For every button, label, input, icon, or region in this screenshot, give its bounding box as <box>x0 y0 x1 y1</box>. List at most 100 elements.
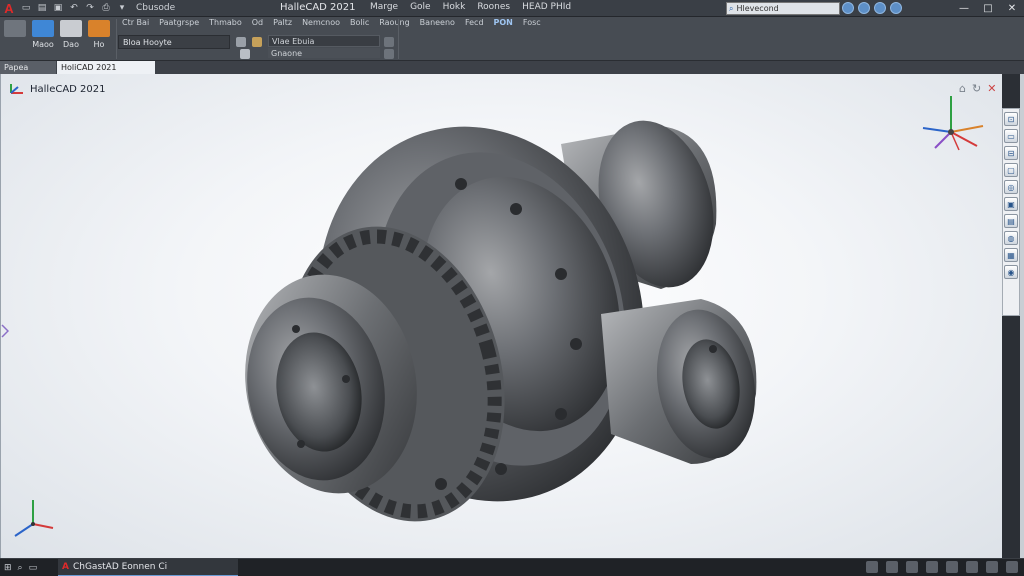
tab-drawing[interactable]: HoliCAD 2021 <box>57 61 155 74</box>
cloud-icon[interactable] <box>890 2 902 14</box>
ribbon-command[interactable]: PON <box>494 18 513 27</box>
taskbar: ⊞ ⌕ ▭ A ChGastAD Eonnen Ci <box>0 558 1024 576</box>
settings-icon[interactable] <box>384 49 394 59</box>
view-tools: ⌂ ↻ ✕ <box>959 82 996 95</box>
tool-label: Maoo <box>32 40 54 49</box>
nav-button-orbit-icon[interactable]: ⊟ <box>1004 146 1018 160</box>
tray-icon[interactable] <box>906 561 918 573</box>
menu-item[interactable]: HEAD PHId <box>522 2 571 12</box>
title-menus: Marge Gole Hokk Roones HEAD PHId <box>370 2 571 12</box>
viewport-edge <box>1020 74 1024 558</box>
nav-button-wheel-icon[interactable]: ◎ <box>1004 180 1018 194</box>
ribbon-tool-line[interactable] <box>2 19 28 57</box>
tool-label: Ho <box>93 40 105 49</box>
gear-housing-model[interactable] <box>1 74 1003 558</box>
ribbon-command[interactable]: Fecd <box>465 18 484 27</box>
tray-icon[interactable] <box>986 561 998 573</box>
block-icon[interactable] <box>240 49 250 59</box>
taskbar-app-button[interactable]: A ChGastAD Eonnen Ci <box>58 559 238 576</box>
search-task-icon[interactable]: ⌕ <box>18 563 23 573</box>
nav-button-extents-icon[interactable]: ▢ <box>1004 163 1018 177</box>
cad-window: A ▭ ▤ ▣ ↶ ↷ ⎙ ▾ Cbusode HalleCAD 2021 Ma… <box>0 0 1024 576</box>
tray-icon[interactable] <box>926 561 938 573</box>
orbit-icon[interactable]: ↻ <box>972 82 981 95</box>
dropdown-icon[interactable]: ▾ <box>115 2 129 15</box>
ribbon-command[interactable]: Raoung <box>379 18 409 27</box>
ribbon-tool-home[interactable]: Ho <box>86 19 112 57</box>
ribbon-command[interactable]: Paatgrspe <box>159 18 199 27</box>
document-tool-icon <box>60 20 82 37</box>
tray-icon[interactable] <box>866 561 878 573</box>
sign-in-icon[interactable] <box>842 2 854 14</box>
lock-icon[interactable] <box>384 37 394 47</box>
redo-icon[interactable]: ↷ <box>83 2 97 15</box>
ribbon-command[interactable]: Bolic <box>350 18 369 27</box>
search-input[interactable]: ⌕ Hlevecond <box>726 2 840 15</box>
ribbon-command[interactable]: Ctr Bai <box>122 18 149 27</box>
ribbon-command[interactable]: Paltz <box>273 18 292 27</box>
nav-button-center-icon[interactable]: ◉ <box>1004 265 1018 279</box>
nav-button-walk-icon[interactable]: ◍ <box>1004 231 1018 245</box>
ribbon-divider <box>116 19 117 59</box>
drawing-viewport[interactable]: HalleCAD 2021 ⌂ ↻ ✕ <box>0 74 1002 558</box>
document-tabs: Papea HoliCAD 2021 <box>0 61 1024 74</box>
close-view-icon[interactable]: ✕ <box>987 82 996 95</box>
navigation-bar: ⊡ ▭ ⊟ ▢ ◎ ▣ ▤ ◍ ▦ ◉ <box>1002 108 1020 316</box>
print-icon[interactable]: ⎙ <box>99 2 113 15</box>
ribbon-tool-measure[interactable]: Maoo <box>30 19 56 57</box>
help-icon[interactable] <box>874 2 886 14</box>
close-button[interactable]: ✕ <box>1000 0 1024 17</box>
window-controls: — □ ✕ <box>952 0 1024 17</box>
ribbon-command[interactable]: Thmabo <box>209 18 242 27</box>
menu-item[interactable]: Roones <box>477 2 510 12</box>
menu-item[interactable]: Marge <box>370 2 398 12</box>
ribbon-command[interactable]: Fosc <box>523 18 541 27</box>
undo-icon[interactable]: ↶ <box>67 2 81 15</box>
save-icon[interactable]: ▣ <box>51 2 65 15</box>
line-tool-icon <box>4 20 26 37</box>
ribbon-command[interactable]: Baneeno <box>420 18 455 27</box>
expand-panel-icon[interactable] <box>1 324 9 338</box>
workspace-label[interactable]: Cbusode <box>136 3 175 13</box>
app-taskbar-icon: A <box>62 562 69 572</box>
tray-icon[interactable] <box>1006 561 1018 573</box>
layer-dropdown[interactable]: Vlae Ebuia <box>268 35 380 47</box>
search-value: Hlevecond <box>736 4 779 13</box>
ribbon-command[interactable]: Od <box>252 18 263 27</box>
account-icons <box>842 2 902 14</box>
nav-button-look-icon[interactable]: ▦ <box>1004 248 1018 262</box>
start-icon[interactable]: ⊞ <box>4 563 12 573</box>
tray-icon[interactable] <box>946 561 958 573</box>
minimize-button[interactable]: — <box>952 0 976 17</box>
tray-icon[interactable] <box>966 561 978 573</box>
app-logo-icon[interactable]: A <box>0 0 18 17</box>
menu-item[interactable]: Hokk <box>443 2 466 12</box>
taskbar-app-label: ChGastAD Eonnen Ci <box>72 562 168 572</box>
nav-button-window-icon[interactable]: ▣ <box>1004 197 1018 211</box>
tray-icon[interactable] <box>886 561 898 573</box>
open-file-icon[interactable]: ▤ <box>35 2 49 15</box>
search-icon: ⌕ <box>729 3 734 13</box>
taskbar-left: ⊞ ⌕ ▭ <box>0 559 56 576</box>
nav-button-pan-icon[interactable]: ⊡ <box>1004 112 1018 126</box>
maximize-button[interactable]: □ <box>976 0 1000 17</box>
properties-icon[interactable] <box>252 37 262 47</box>
home-view-icon[interactable]: ⌂ <box>959 82 966 95</box>
ucs-icon <box>14 500 54 537</box>
view-cube[interactable] <box>915 86 991 162</box>
ribbon-tool-doc[interactable]: Dao <box>58 19 84 57</box>
new-file-icon[interactable]: ▭ <box>19 2 33 15</box>
ribbon-command[interactable]: Nemcnoo <box>302 18 340 27</box>
style-dropdown[interactable]: Gnaone <box>268 48 380 58</box>
tab-start[interactable]: Papea <box>0 61 56 74</box>
ribbon: Maoo Dao Ho Ctr Bai Paatgrspe Thmabo Od … <box>0 17 1024 61</box>
ribbon-divider <box>398 19 399 59</box>
system-tray <box>866 561 1018 573</box>
nav-button-previous-icon[interactable]: ▤ <box>1004 214 1018 228</box>
layer-icon[interactable] <box>236 37 246 47</box>
ribbon-block-selector[interactable]: Bloa Hooyte <box>118 35 230 49</box>
exchange-icon[interactable] <box>858 2 870 14</box>
menu-item[interactable]: Gole <box>410 2 431 12</box>
nav-button-zoom-icon[interactable]: ▭ <box>1004 129 1018 143</box>
task-view-icon[interactable]: ▭ <box>29 563 38 573</box>
